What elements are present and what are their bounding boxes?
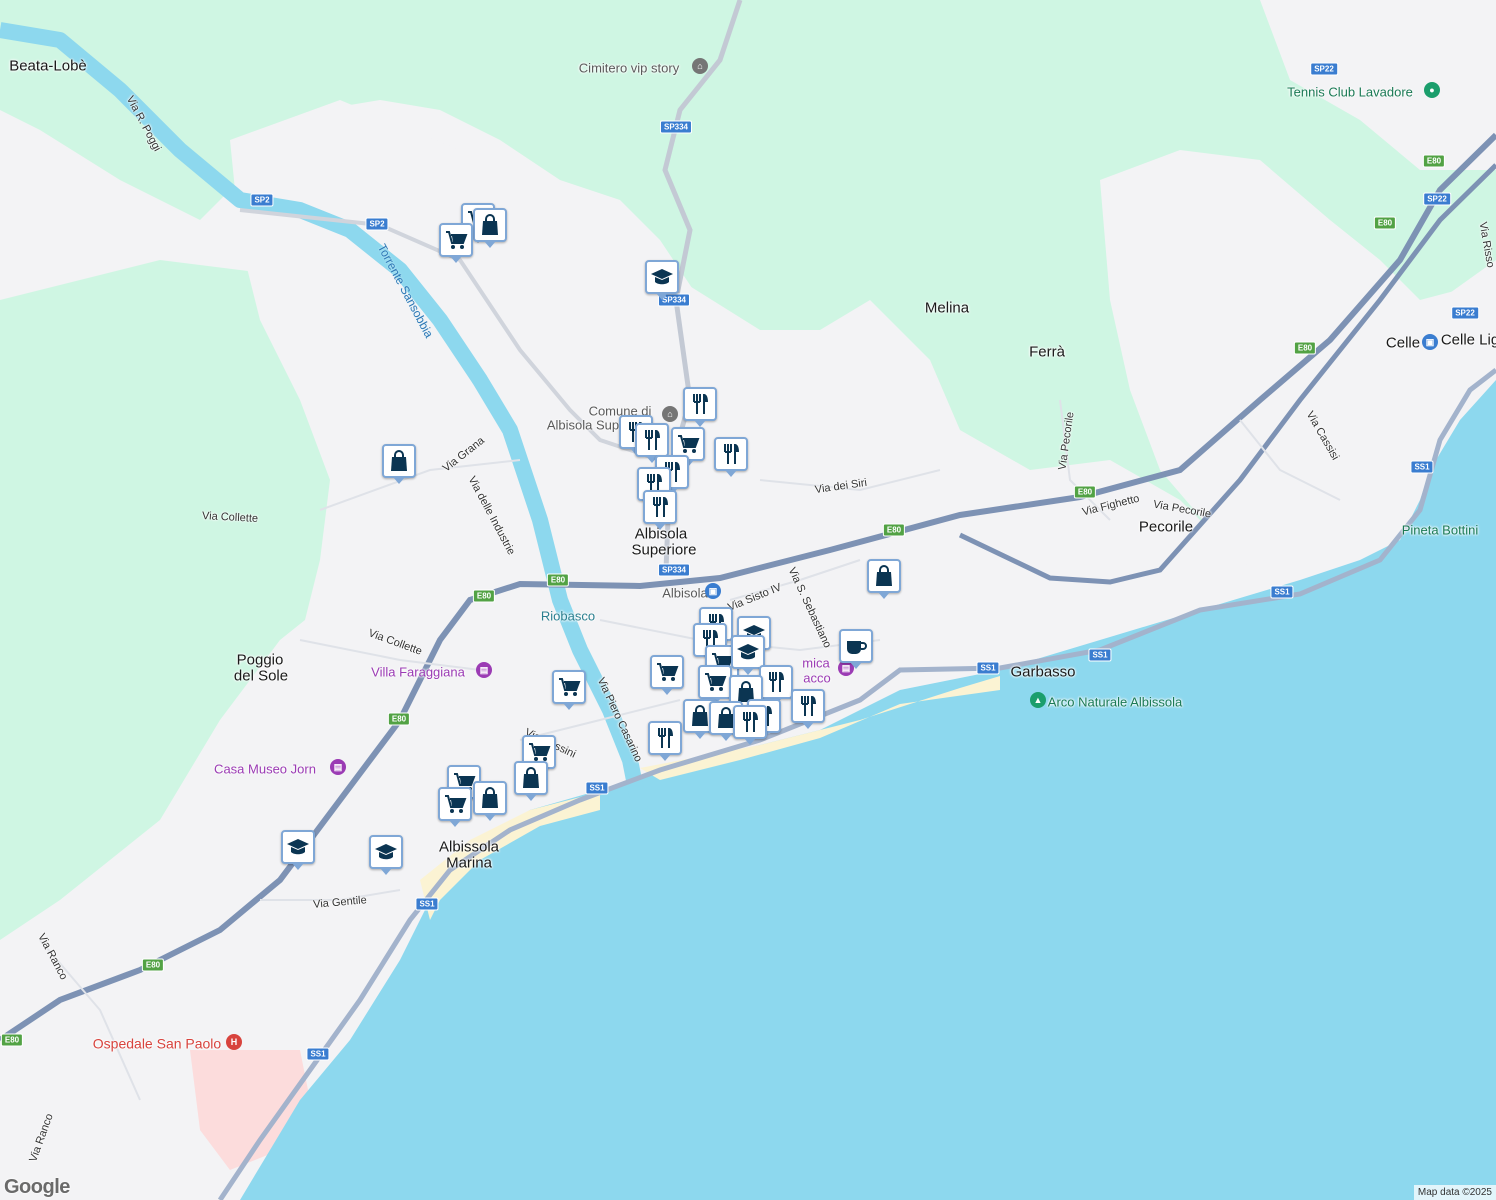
road-shield: SS1: [415, 897, 439, 911]
road-shield: E80: [882, 523, 906, 537]
road-shield: SP2: [365, 217, 389, 231]
restaurant-icon[interactable]: [643, 490, 677, 530]
poi-label: acco: [803, 670, 831, 686]
poi-label: Tennis Club Lavadore: [1287, 84, 1413, 100]
road-shield: E80: [546, 573, 570, 587]
place-label: Pecorile: [1138, 518, 1194, 536]
road-shield: SP22: [1310, 62, 1338, 76]
road-shield: E80: [141, 958, 165, 972]
road-shield: E80: [1422, 154, 1446, 168]
poi-label: Casa Museo Jorn: [214, 761, 316, 777]
road-shield: SS1: [1088, 648, 1112, 662]
road-shield: SS1: [1410, 460, 1434, 474]
poi-pin-icon[interactable]: ▣: [1422, 334, 1438, 350]
road-shield: SS1: [1270, 585, 1294, 599]
shopping-cart-icon[interactable]: [438, 787, 472, 827]
poi-pin-icon[interactable]: ▤: [330, 759, 346, 775]
road-shield: SS1: [976, 661, 1000, 675]
map-attribution[interactable]: Map data ©2025: [1413, 1185, 1496, 1200]
road-shield: E80: [1073, 485, 1097, 499]
restaurant-icon[interactable]: [714, 437, 748, 477]
restaurant-icon[interactable]: [648, 721, 682, 761]
poi-label: Riobasco: [540, 608, 596, 624]
poi-label: Cimitero vip story: [578, 60, 680, 76]
poi-label: Albisola Sup: [546, 417, 620, 433]
place-label: Superiore: [631, 541, 697, 559]
place-label: Celle: [1385, 334, 1421, 352]
restaurant-icon[interactable]: [635, 423, 669, 463]
shopping-bag-icon[interactable]: [473, 208, 507, 248]
shopping-bag-icon[interactable]: [867, 559, 901, 599]
poi-pin-icon[interactable]: ⌂: [692, 58, 708, 74]
place-label: Poggio: [236, 651, 284, 669]
restaurant-icon[interactable]: [733, 705, 767, 745]
road-shield: E80: [387, 712, 411, 726]
poi-pin-icon[interactable]: ●: [1424, 82, 1440, 98]
restaurant-icon[interactable]: [791, 689, 825, 729]
school-icon[interactable]: [731, 635, 765, 675]
poi-label: Pineta Bottini: [1401, 522, 1479, 538]
road-shield: SP2: [250, 193, 274, 207]
restaurant-icon[interactable]: [759, 665, 793, 705]
place-label: Albissola: [438, 838, 500, 856]
place-label: del Sole: [233, 667, 289, 685]
shopping-cart-icon[interactable]: [650, 655, 684, 695]
poi-pin-icon[interactable]: H: [226, 1034, 242, 1050]
road-shield: SP22: [1423, 192, 1451, 206]
road-shield: SP22: [1451, 306, 1479, 320]
shopping-bag-icon[interactable]: [473, 781, 507, 821]
poi-label: Villa Faraggiana: [371, 664, 465, 680]
poi-pin-icon[interactable]: ⌂: [662, 406, 678, 422]
poi-pin-icon[interactable]: ▣: [705, 583, 721, 599]
place-label: Beata-Lobè: [9, 57, 87, 75]
shopping-cart-icon[interactable]: [552, 670, 586, 710]
shopping-cart-icon[interactable]: [698, 665, 732, 705]
poi-pin-icon[interactable]: ▤: [476, 662, 492, 678]
shopping-bag-icon[interactable]: [382, 444, 416, 484]
road-shield: SP334: [657, 563, 691, 577]
shopping-bag-icon[interactable]: [514, 761, 548, 801]
road-shield: SP334: [659, 120, 693, 134]
road-shield: E80: [1293, 341, 1317, 355]
school-icon[interactable]: [369, 835, 403, 875]
place-label: Ferrà: [1029, 343, 1065, 361]
road-shield: E80: [1373, 216, 1397, 230]
place-label: Melina: [924, 299, 970, 317]
place-label: Celle Lig: [1440, 331, 1496, 349]
road-shield: SS1: [585, 781, 609, 795]
road-shield: E80: [0, 1033, 24, 1047]
place-label: Garbasso: [1010, 663, 1076, 681]
google-logo[interactable]: Google: [4, 1176, 70, 1199]
map-canvas[interactable]: Beata-Lobè Melina Ferrà Pecorile Albisola Sup…: [0, 0, 1496, 1200]
poi-label: Arco Naturale Albissola: [1047, 694, 1183, 710]
road-shield: E80: [472, 589, 496, 603]
road-shield: SS1: [306, 1047, 330, 1061]
cafe-icon[interactable]: [839, 629, 873, 669]
street-label: Via Collette: [201, 510, 259, 525]
school-icon[interactable]: [281, 830, 315, 870]
place-label: Marina: [446, 854, 492, 872]
poi-label: Ospedale San Paolo: [92, 1035, 222, 1052]
poi-label: Albisola: [662, 585, 708, 601]
school-icon[interactable]: [645, 260, 679, 300]
shopping-cart-icon[interactable]: [439, 223, 473, 263]
restaurant-icon[interactable]: [683, 387, 717, 427]
poi-pin-icon[interactable]: ▲: [1030, 692, 1046, 708]
